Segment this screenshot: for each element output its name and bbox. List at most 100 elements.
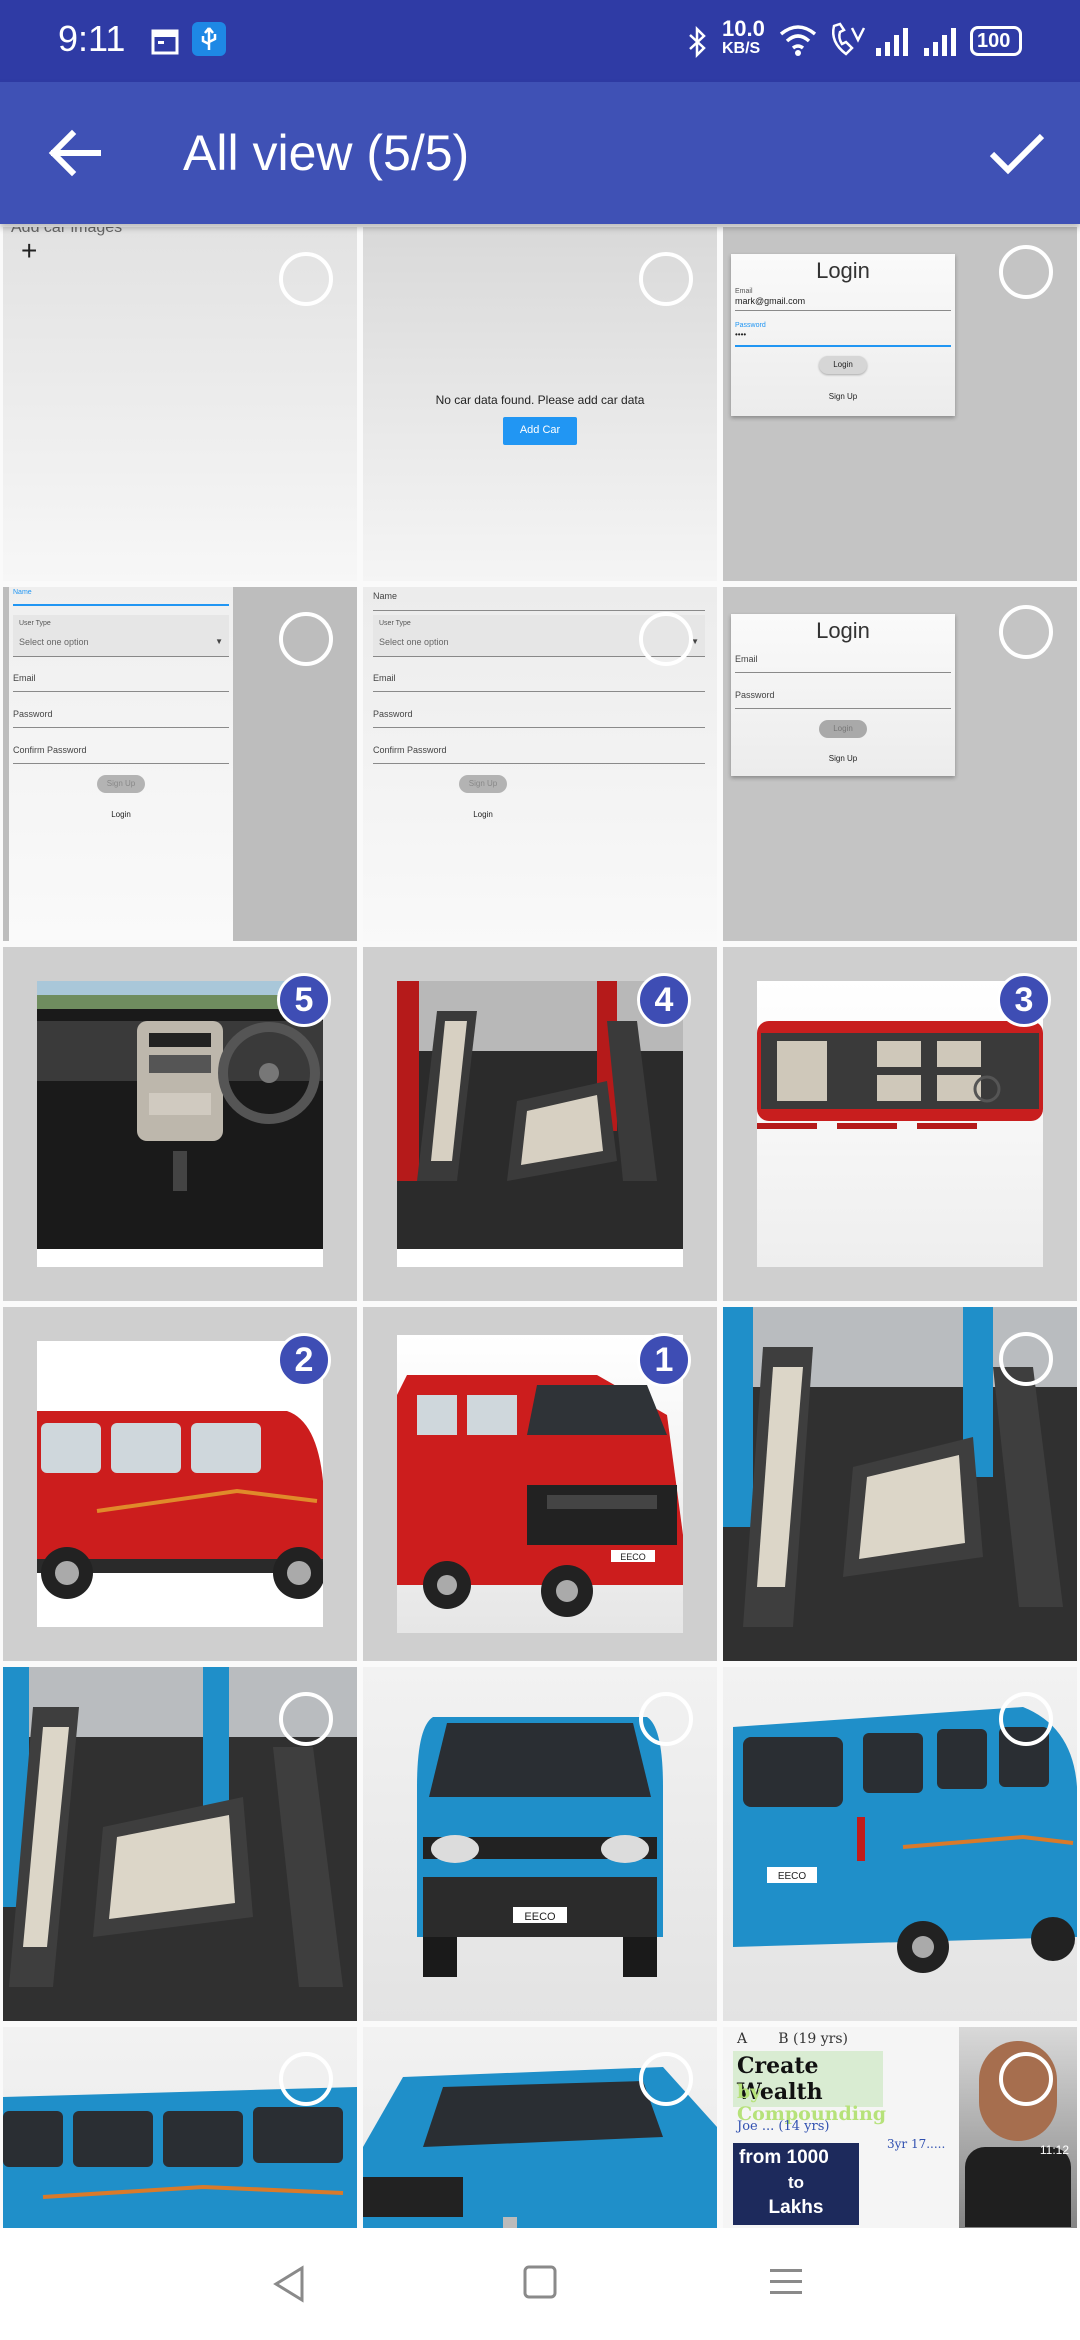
- screenshot-name-underline: [373, 610, 705, 611]
- selection-badge-3[interactable]: 3: [997, 973, 1051, 1027]
- select-circle[interactable]: [999, 605, 1053, 659]
- grid-item-red-van-side-photo[interactable]: 2: [3, 1307, 357, 1661]
- status-bar: 9:11 10.0 KB/S 100: [0, 0, 1080, 82]
- selection-badge-2[interactable]: 2: [277, 1333, 331, 1387]
- grid-item-signup-screenshot[interactable]: Name User Type Select one option ▼ Email…: [3, 587, 357, 941]
- screenshot-user-type-dropdown: User Type Select one option ▼: [13, 615, 229, 657]
- signal-icon: [924, 28, 956, 56]
- screenshot-login-link: Login: [111, 810, 131, 819]
- select-circle[interactable]: [639, 252, 693, 306]
- image-grid: Add car images + No car data found. Plea…: [0, 224, 1080, 2228]
- back-triangle-icon[interactable]: [270, 2264, 310, 2304]
- top-view-image: [757, 1021, 1043, 1129]
- select-circle[interactable]: [999, 1692, 1053, 1746]
- select-circle[interactable]: [999, 245, 1053, 299]
- check-icon[interactable]: [980, 116, 1054, 190]
- grid-item-blue-van-front-photo[interactable]: EECO: [363, 1667, 717, 2021]
- grid-item-no-data-screenshot[interactable]: No car data found. Please add car data A…: [363, 227, 717, 581]
- screenshot-signup-form: Name User Type Select one option ▼ Email…: [9, 587, 233, 941]
- grid-item-top-view-photo[interactable]: 3: [723, 947, 1077, 1301]
- dropdown-arrow-icon: ▼: [215, 637, 223, 646]
- grid-item-blue-van-side-photo[interactable]: [3, 2027, 357, 2228]
- screenshot-name-label: Name: [13, 589, 32, 596]
- screenshot-password-label: Password: [373, 709, 413, 719]
- grid-item-blue-van-angle-photo[interactable]: [363, 2027, 717, 2228]
- grid-item-red-interior-photo[interactable]: 4: [363, 947, 717, 1301]
- screenshot-password-underline: [373, 727, 705, 728]
- wealth-title-box: Create Wealth by Compounding: [733, 2051, 886, 2125]
- page-title: All view (5/5): [183, 125, 470, 181]
- red-van-front-photo: EECO: [397, 1335, 683, 1633]
- select-circle[interactable]: [999, 1332, 1053, 1386]
- screenshot-email-underline: [735, 310, 951, 311]
- presenter-shirt: [965, 2147, 1071, 2227]
- grid-item-add-images-screenshot[interactable]: Add car images +: [3, 227, 357, 581]
- app-bar: All view (5/5): [0, 82, 1080, 224]
- select-circle[interactable]: [279, 252, 333, 306]
- screenshot-email-underline: [13, 691, 229, 692]
- selection-badge-1[interactable]: 1: [637, 1333, 691, 1387]
- screenshot-confirm-underline: [373, 763, 705, 764]
- screenshot-confirm-label: Confirm Password: [13, 745, 87, 755]
- screenshot-login-button-label: Login: [833, 724, 853, 733]
- eeco-plate-text: EECO: [524, 1911, 556, 1923]
- from-1000-box: from 1000 to Lakhs: [733, 2143, 859, 2225]
- system-nav-bar: [0, 2228, 1080, 2340]
- screenshot-plus-icon: +: [21, 235, 38, 266]
- red-van-side-photo: [37, 1341, 323, 1627]
- select-circle[interactable]: [999, 2052, 1053, 2106]
- usb-icon: [192, 22, 226, 56]
- select-circle[interactable]: [279, 612, 333, 666]
- grid-item-dashboard-photo[interactable]: 5: [3, 947, 357, 1301]
- screenshot-login-title: Login: [816, 258, 870, 283]
- screenshot-password-label: Password: [13, 709, 53, 719]
- screenshot-login-link: Login: [473, 810, 493, 819]
- select-circle[interactable]: [639, 1692, 693, 1746]
- red-van-side-image: [37, 1411, 323, 1599]
- grid-item-video-thumbnail[interactable]: A B (19 yrs) Create Wealth by Compoundin…: [723, 2027, 1077, 2228]
- selection-badge-4[interactable]: 4: [637, 973, 691, 1027]
- screenshot-name-label: Name: [373, 591, 398, 601]
- arrow-back-icon[interactable]: [38, 116, 112, 190]
- wifi-icon: [779, 25, 817, 56]
- select-circle[interactable]: [279, 2052, 333, 2106]
- grid-item-signup-screenshot-2[interactable]: Name User Type Select one option ▼ Email…: [363, 587, 717, 941]
- screenshot-add-car-label: Add Car: [519, 424, 561, 436]
- screenshot-signup-button: Sign Up: [459, 775, 507, 793]
- battery-icon: 100: [970, 26, 1022, 56]
- red-interior-photo: [397, 981, 683, 1267]
- dashboard-photo: [37, 981, 323, 1267]
- grid-item-blue-van-rear-photo[interactable]: EECO: [723, 1667, 1077, 2021]
- screenshot-signup-button: Sign Up: [97, 775, 145, 793]
- grid-item-blue-interior-photo-2[interactable]: [3, 1667, 357, 2021]
- whiteboard-scribble: A B (19 yrs): [737, 2031, 848, 2047]
- screenshot-password-underline: [735, 708, 951, 709]
- screenshot-login-card: Login Email mark@gmail.com Password ••••…: [731, 254, 955, 416]
- screenshot-email-label: Email: [735, 654, 758, 664]
- home-square-icon[interactable]: [522, 2264, 558, 2300]
- eeco-plate-text: EECO: [778, 1871, 807, 1882]
- screenshot-signup-button-label: Sign Up: [106, 779, 136, 788]
- screenshot-login-card: Login Email Password Login Sign Up: [731, 614, 955, 776]
- network-speed-unit: KB/S: [722, 40, 761, 57]
- selection-badge-5[interactable]: 5: [277, 973, 331, 1027]
- volte-call-icon: [832, 22, 866, 56]
- grid-item-login-filled-screenshot[interactable]: Login Email mark@gmail.com Password ••••…: [723, 227, 1077, 581]
- screenshot-user-type-placeholder: Select one option: [379, 637, 449, 647]
- menu-lines-icon[interactable]: [768, 2266, 804, 2298]
- video-timestamp: 11:12: [1039, 2143, 1069, 2157]
- grid-item-blue-interior-photo[interactable]: [723, 1307, 1077, 1661]
- screenshot-user-type-label: User Type: [19, 620, 51, 627]
- select-circle[interactable]: [639, 612, 693, 666]
- screenshot-add-car-button: Add Car: [503, 417, 577, 445]
- screenshot-confirm-label: Confirm Password: [373, 745, 447, 755]
- signal-icon: [876, 28, 908, 56]
- screenshot-email-label: Email: [735, 288, 753, 295]
- select-circle[interactable]: [279, 1692, 333, 1746]
- select-circle[interactable]: [639, 2052, 693, 2106]
- grid-item-login-empty-screenshot[interactable]: Login Email Password Login Sign Up: [723, 587, 1077, 941]
- eeco-plate-text: EECO: [620, 1552, 646, 1562]
- grid-item-red-van-front-photo[interactable]: EECO 1: [363, 1307, 717, 1661]
- screenshot-email-label: Email: [13, 673, 36, 683]
- screenshot-password-label: Password: [735, 322, 766, 329]
